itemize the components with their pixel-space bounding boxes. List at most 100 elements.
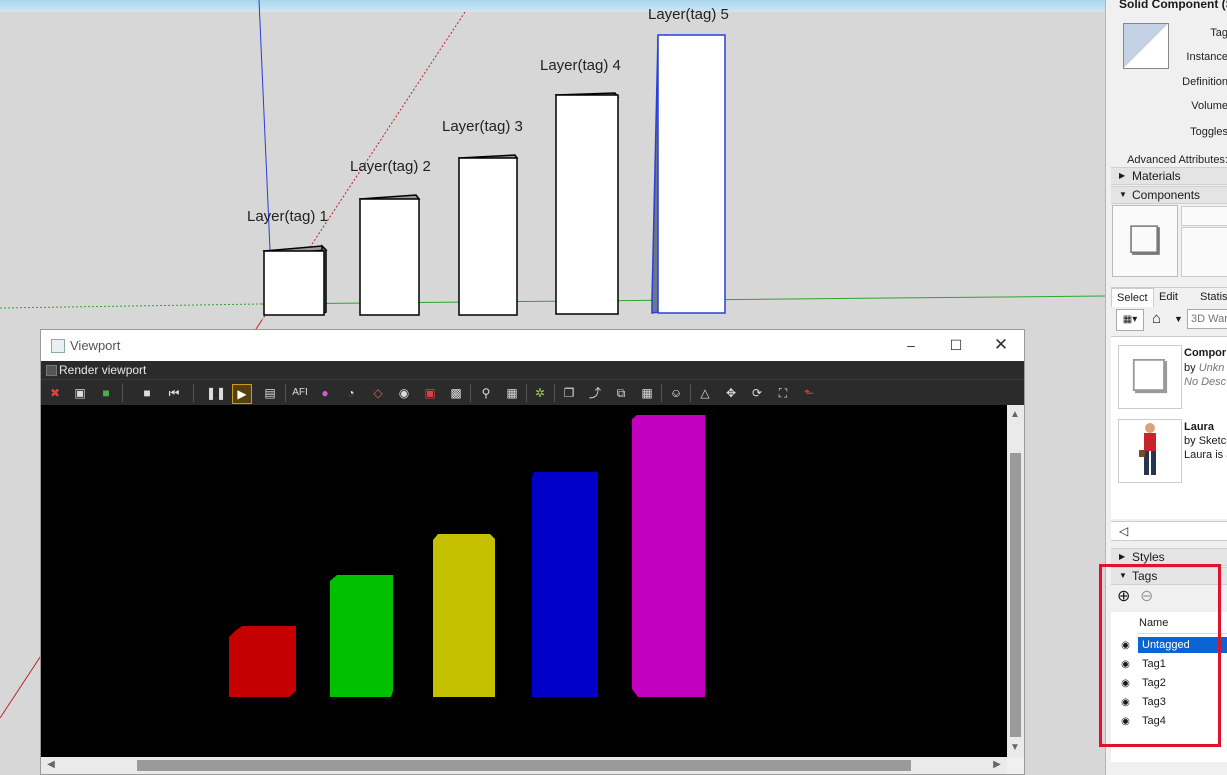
add-tag-icon[interactable]: ⊕: [1117, 589, 1133, 605]
tag-row-tag4[interactable]: ◉ Tag4: [1111, 712, 1227, 731]
scroll-left-icon[interactable]: ◀: [45, 759, 57, 771]
fit-icon[interactable]: ⛶: [774, 384, 792, 402]
component-preview-cube-icon[interactable]: ❏: [1112, 205, 1178, 277]
tags-section-header[interactable]: ▼ Tags: [1111, 567, 1227, 585]
move-icon[interactable]: ✥: [722, 384, 740, 402]
component-title: Laura: [1184, 421, 1214, 433]
render-viewport-label[interactable]: Render viewport: [59, 363, 146, 377]
afi-icon[interactable]: AFI: [291, 384, 309, 402]
materials-label: Materials: [1132, 169, 1181, 183]
lens-icon[interactable]: ◔: [342, 384, 360, 402]
region-select-icon[interactable]: ▦: [503, 384, 521, 402]
component-byline: by Sketch: [1184, 435, 1227, 447]
tab-edit[interactable]: Edit: [1159, 288, 1178, 306]
material-swatch[interactable]: [1123, 23, 1169, 69]
deadline-icon[interactable]: ✖: [46, 384, 64, 402]
render-viewport-checkbox[interactable]: [46, 365, 57, 376]
frame-icon[interactable]: ▩: [447, 384, 465, 402]
eye-visibility-icon[interactable]: ◉: [1119, 715, 1132, 728]
toolbar-separator: [526, 384, 527, 402]
entity-label-instance: Instance: [1186, 51, 1227, 63]
restart-icon[interactable]: ⏮: [165, 384, 183, 402]
eye-visibility-icon[interactable]: ◉: [1119, 658, 1132, 671]
component-author: Sketch: [1198, 435, 1227, 447]
component-search-input[interactable]: [1187, 309, 1227, 329]
green-axis-dotted: [0, 303, 263, 309]
tag-row-tag2[interactable]: ◉ Tag2: [1111, 674, 1227, 693]
tab-statistics[interactable]: Statis: [1200, 288, 1227, 306]
eye-visibility-icon[interactable]: ◉: [1119, 639, 1132, 652]
components-section-header[interactable]: ▼ Components: [1111, 186, 1227, 204]
vertical-scroll-thumb[interactable]: [1010, 453, 1021, 737]
tags-name-column-header[interactable]: Name: [1139, 617, 1168, 629]
styles-section-header[interactable]: ▶ Styles: [1111, 548, 1227, 566]
components-label: Components: [1132, 188, 1201, 202]
play-icon[interactable]: ▶: [232, 384, 252, 404]
maximize-icon[interactable]: ☐: [941, 335, 971, 355]
layers-icon[interactable]: ⧉: [612, 384, 630, 402]
box-2-front: [359, 198, 420, 316]
minimize-icon[interactable]: –: [896, 335, 926, 355]
remove-tag-icon[interactable]: ⊖: [1140, 589, 1156, 605]
tag-name: Tag3: [1142, 696, 1166, 708]
box-4-front: [555, 94, 619, 315]
entity-label-volume: Volume: [1191, 100, 1227, 112]
light-icon[interactable]: ◇: [369, 384, 387, 402]
tab-select[interactable]: Select: [1111, 288, 1154, 307]
render-bar-2: [330, 575, 393, 697]
component-preview-slot: [1181, 227, 1227, 277]
rotate-icon[interactable]: ⟳: [748, 384, 766, 402]
bucket-icon[interactable]: ▣: [421, 384, 439, 402]
copy-icon[interactable]: ❐: [560, 384, 578, 402]
tag-label-5: Layer(tag) 5: [648, 6, 729, 23]
axis-icon[interactable]: ⬑: [800, 384, 818, 402]
horizontal-scroll-thumb[interactable]: [137, 760, 911, 771]
home-icon[interactable]: ⌂: [1152, 309, 1174, 329]
region-icon[interactable]: ▣: [71, 384, 89, 402]
box-1-front: [263, 250, 325, 316]
zoom-icon[interactable]: ⚲: [477, 384, 495, 402]
tag-row-untagged[interactable]: ◉ Untagged: [1111, 636, 1227, 655]
render-output[interactable]: [41, 405, 1007, 757]
viewport-icon[interactable]: ▤: [261, 384, 279, 402]
render-image: [229, 415, 705, 697]
color-wheel-icon[interactable]: ●: [316, 384, 334, 402]
render-bar-4: [532, 472, 598, 697]
tag-label-4: Layer(tag) 4: [540, 57, 621, 74]
camera-icon[interactable]: ◉: [395, 384, 413, 402]
viewport-horizontal-scrollbar[interactable]: ◀ ▶: [41, 757, 1007, 774]
component-author: Unkn: [1198, 362, 1225, 374]
scroll-down-icon[interactable]: ▼: [1009, 742, 1021, 754]
checker-icon[interactable]: ▦: [638, 384, 656, 402]
close-icon[interactable]: ✕: [986, 335, 1016, 355]
back-arrow-icon[interactable]: ◁: [1111, 521, 1227, 541]
viewport-title: Viewport: [70, 338, 121, 353]
stop-icon[interactable]: ■: [138, 384, 156, 402]
eye-visibility-icon[interactable]: ◉: [1119, 696, 1132, 709]
tag-row-tag1[interactable]: ◉ Tag1: [1111, 655, 1227, 674]
tags-label: Tags: [1132, 569, 1158, 583]
render-bar-1: [229, 626, 296, 697]
view-options-icon[interactable]: ▦▾: [1116, 309, 1144, 331]
export-icon[interactable]: ⤴: [586, 384, 604, 402]
scroll-right-icon[interactable]: ▶: [991, 759, 1003, 771]
viewport-window[interactable]: Viewport – ☐ ✕ Render viewport ✖ ▣ ■ ■ ⏮…: [40, 329, 1025, 775]
lock-icon[interactable]: ⎉: [667, 384, 685, 402]
box-icon[interactable]: △: [696, 384, 714, 402]
list-item[interactable]: ❏ Compor by Unkn No Desc: [1111, 337, 1227, 415]
tag-row-tag3[interactable]: ◉ Tag3: [1111, 693, 1227, 712]
toolbar-separator: [193, 384, 194, 402]
viewport-title-bar[interactable]: Viewport – ☐ ✕: [41, 330, 1024, 361]
pause-icon[interactable]: ❚❚: [206, 384, 226, 402]
tag-label-1: Layer(tag) 1: [247, 208, 328, 225]
entity-label-tag: Tag: [1210, 27, 1227, 39]
list-item[interactable]: Laura by Sketch Laura is a: [1111, 417, 1227, 487]
entity-label-toggles: Toggles: [1190, 126, 1227, 138]
eye-visibility-icon[interactable]: ◉: [1119, 677, 1132, 690]
home-dropdown-icon[interactable]: ▼: [1174, 311, 1184, 327]
viewport-vertical-scrollbar[interactable]: ▲ ▼: [1007, 405, 1024, 757]
scroll-up-icon[interactable]: ▲: [1009, 409, 1021, 421]
materials-section-header[interactable]: ▶ Materials: [1111, 167, 1227, 185]
settings-icon[interactable]: ✲: [531, 384, 549, 402]
cube-color-icon[interactable]: ■: [97, 384, 115, 402]
